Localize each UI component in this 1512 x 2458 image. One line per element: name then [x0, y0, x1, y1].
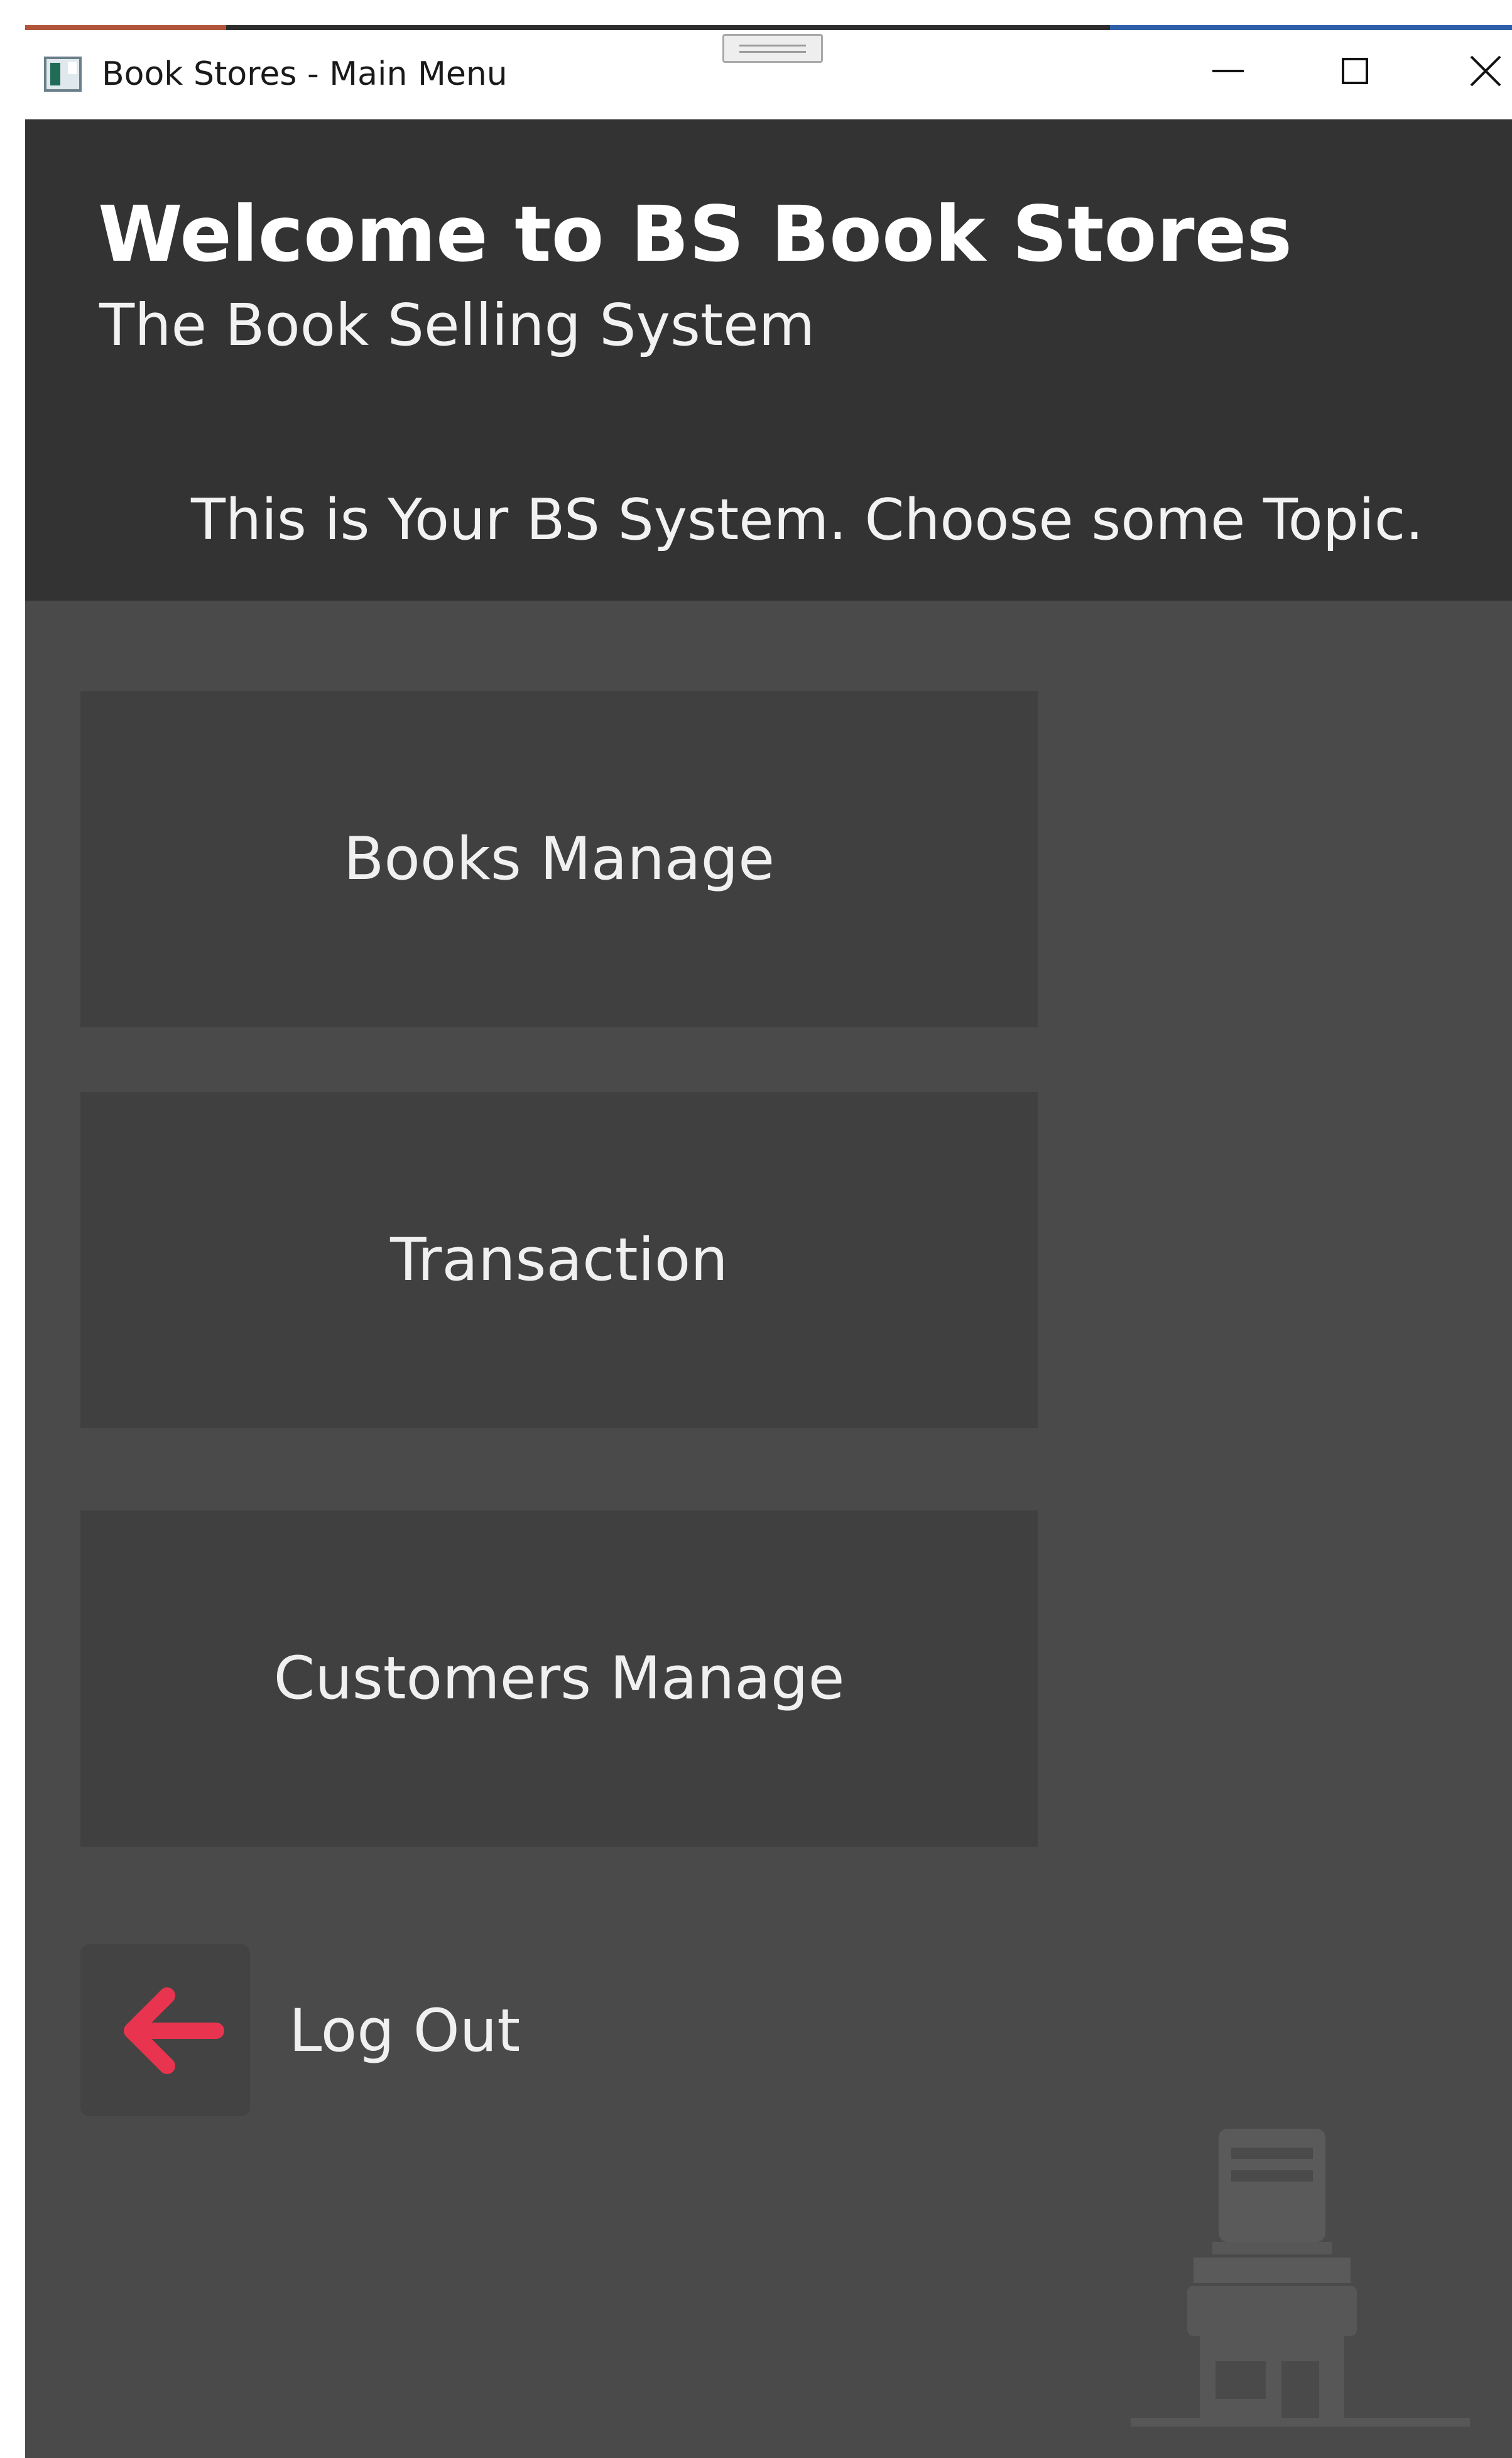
minimize-icon [1212, 70, 1244, 72]
accent-segment-right [1110, 25, 1512, 30]
main-menu-window: Book Stores - Main Menu Welcome to BS Bo… [25, 30, 1512, 2458]
logout-label[interactable]: Log Out [289, 1991, 520, 2072]
logout-button[interactable] [80, 1944, 250, 2116]
choose-topic-prompt: This is Your BS System. Choose some Topi… [191, 487, 1423, 553]
transaction-button[interactable]: Transaction [80, 1092, 1038, 1428]
accent-segment-left [25, 25, 226, 30]
app-icon [44, 57, 82, 92]
store-icon [1131, 2129, 1470, 2427]
welcome-heading: Welcome to BS Book Stores [98, 190, 1292, 279]
title-bar[interactable]: Book Stores - Main Menu [25, 30, 1512, 119]
drag-grip-icon[interactable] [722, 34, 823, 63]
customers-manage-button[interactable]: Customers Manage [80, 1510, 1038, 1847]
window-accent-strip [25, 25, 1512, 30]
window-title: Book Stores - Main Menu [102, 55, 508, 93]
close-icon [1470, 55, 1501, 87]
maximize-icon [1342, 58, 1368, 84]
subtitle: The Book Selling System [99, 292, 815, 359]
arrow-left-icon [124, 1987, 224, 2074]
books-manage-button[interactable]: Books Manage [80, 691, 1038, 1027]
minimize-button[interactable] [1181, 36, 1275, 106]
maximize-button[interactable] [1308, 36, 1402, 106]
close-button[interactable] [1439, 36, 1512, 106]
